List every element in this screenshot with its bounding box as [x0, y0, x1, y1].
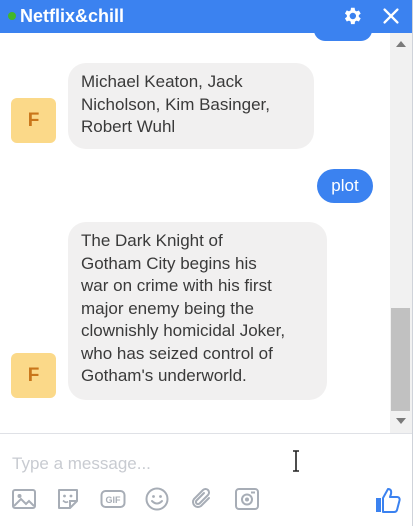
attachment-icon[interactable] — [189, 486, 215, 512]
gear-icon[interactable] — [341, 5, 363, 27]
message-text: plot — [331, 176, 359, 195]
bot-message-cast: Michael Keaton, Jack Nicholson, Kim Basi… — [68, 63, 314, 149]
gif-icon[interactable]: GIF — [100, 486, 126, 512]
message-text: Michael Keaton, Jack Nicholson, Kim Basi… — [81, 72, 270, 136]
avatar: F — [11, 353, 56, 398]
text-cursor-icon — [293, 450, 299, 472]
chat-window: Netflix&chill Michael Keaton, Jack Nicho… — [0, 0, 413, 526]
online-status-icon — [8, 12, 16, 20]
chat-header[interactable]: Netflix&chill — [0, 0, 412, 33]
user-message-plot: plot — [317, 169, 373, 203]
message-input[interactable] — [12, 453, 272, 475]
composer-divider — [0, 433, 412, 434]
camera-icon[interactable] — [234, 486, 260, 512]
gif-badge: GIF — [100, 490, 126, 508]
chat-title[interactable]: Netflix&chill — [20, 5, 124, 27]
scroll-down-arrow-icon[interactable] — [396, 418, 406, 424]
avatar: F — [11, 98, 56, 143]
emoji-icon[interactable] — [144, 486, 170, 512]
gif-label: GIF — [106, 495, 122, 505]
bot-message-plot: The Dark Knight of Gotham City begins hi… — [68, 222, 327, 400]
like-icon[interactable] — [373, 486, 401, 514]
message-list[interactable]: Michael Keaton, Jack Nicholson, Kim Basi… — [0, 33, 390, 433]
scrollbar-thumb[interactable] — [391, 308, 410, 411]
scroll-up-arrow-icon[interactable] — [396, 41, 406, 47]
scrollbar[interactable] — [390, 33, 412, 433]
message-text: The Dark Knight of Gotham City begins hi… — [81, 231, 286, 385]
sticker-icon[interactable] — [55, 486, 81, 512]
image-icon[interactable] — [11, 486, 37, 512]
close-icon[interactable] — [380, 5, 402, 27]
previous-user-message — [314, 33, 372, 41]
